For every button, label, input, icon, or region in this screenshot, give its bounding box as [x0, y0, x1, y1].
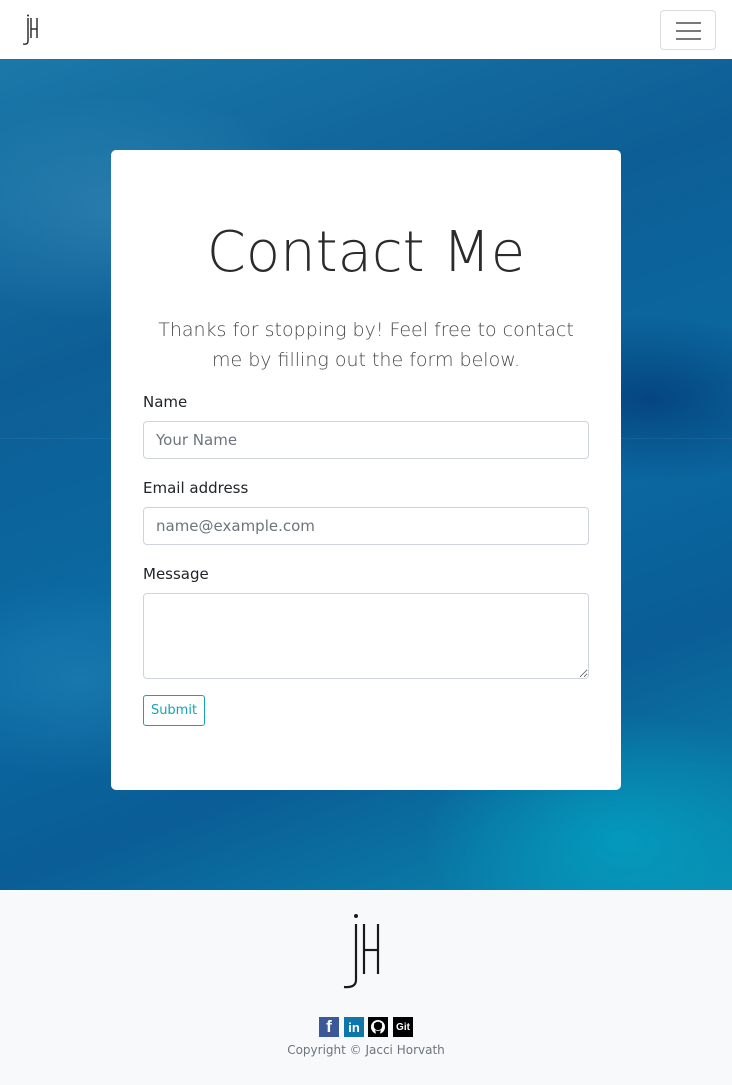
linkedin-glyph: in — [348, 1019, 360, 1035]
message-label: Message — [143, 565, 209, 583]
github-icon[interactable] — [368, 1017, 388, 1037]
hamburger-menu-icon — [676, 22, 701, 24]
submit-button[interactable]: Submit — [143, 695, 205, 726]
facebook-glyph: f — [326, 1017, 332, 1036]
hamburger-bar — [676, 38, 701, 40]
git-icon[interactable]: Git — [393, 1017, 413, 1037]
name-input[interactable] — [143, 421, 589, 459]
page-title: Contact Me — [206, 220, 526, 285]
top-navbar — [0, 0, 732, 59]
copyright-text: Copyright © Jacci Horvath — [287, 1043, 445, 1057]
github-octocat-glyph — [371, 1020, 385, 1034]
email-input[interactable] — [143, 507, 589, 545]
menu-toggle-button[interactable] — [660, 10, 716, 50]
jh-logo-icon[interactable] — [20, 14, 40, 46]
name-label: Name — [143, 393, 188, 411]
jh-footer-logo-icon[interactable] — [342, 912, 384, 990]
git-glyph: Git — [396, 1021, 410, 1033]
linkedin-icon[interactable]: in — [344, 1017, 364, 1037]
page-subtitle: Thanks for stopping by! Feel free to con… — [158, 319, 574, 371]
message-textarea[interactable] — [143, 593, 589, 679]
hamburger-bar — [676, 30, 701, 32]
email-label: Email address — [143, 479, 249, 497]
facebook-icon[interactable]: f — [319, 1017, 339, 1037]
